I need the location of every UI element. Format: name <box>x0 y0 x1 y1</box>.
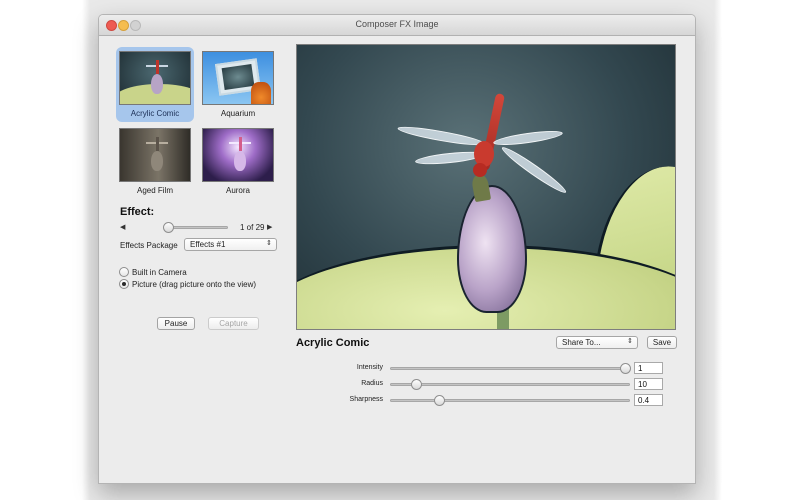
sharpness-field[interactable]: 0.4 <box>634 394 663 406</box>
share-to-value: Share To... <box>562 338 601 347</box>
aurora-preview-image <box>202 128 274 182</box>
effect-counter: 1 of 29 <box>240 223 265 232</box>
radius-label: Radius <box>361 380 383 387</box>
sharpness-slider-track[interactable] <box>390 399 630 402</box>
radius-slider-track[interactable] <box>390 383 630 386</box>
radius-field[interactable]: 10 <box>634 378 663 390</box>
intensity-slider-track[interactable] <box>390 367 630 370</box>
picture-label: Picture (drag picture onto the view) <box>132 280 257 289</box>
built-in-camera-label: Built in Camera <box>132 268 187 277</box>
thumb-label: Aged Film <box>136 186 173 195</box>
aquarium-preview-image <box>202 51 274 105</box>
intensity-label: Intensity <box>356 364 383 371</box>
select-chevron-icon: ⇕ <box>266 240 272 247</box>
preview-image-view[interactable] <box>296 44 676 330</box>
effect-thumb-aquarium[interactable]: Aquarium <box>199 47 277 122</box>
thumb-label: Aquarium <box>220 109 256 118</box>
intensity-slider-knob[interactable] <box>620 363 631 374</box>
intensity-field[interactable]: 1 <box>634 362 663 374</box>
effects-package-label: Effects Package <box>120 241 178 250</box>
pause-button[interactable]: Pause <box>157 317 195 330</box>
effects-package-value: Effects #1 <box>190 240 226 249</box>
effect-thumb-aged-film[interactable]: Aged Film <box>116 124 194 199</box>
aged-film-preview-image <box>119 128 191 182</box>
effect-thumb-aurora[interactable]: Aurora <box>199 124 277 199</box>
thumb-label: Aurora <box>225 186 250 195</box>
share-to-select[interactable]: Share To... ⇕ <box>556 336 638 349</box>
sharpness-label: Sharpness <box>349 396 383 403</box>
effect-heading: Effect: <box>120 206 155 218</box>
next-effect-arrow-icon[interactable]: ▶ <box>267 223 272 231</box>
window-title: Composer FX Image <box>355 19 439 29</box>
effects-package-select[interactable]: Effects #1 ⇕ <box>184 238 277 251</box>
current-effect-name: Acrylic Comic <box>296 337 370 349</box>
thumb-label: Acrylic Comic <box>130 109 180 118</box>
effect-slider-knob[interactable] <box>163 222 174 233</box>
effect-thumb-acrylic-comic[interactable]: Acrylic Comic <box>116 47 194 122</box>
effect-slider-track[interactable] <box>166 226 228 229</box>
title-bar[interactable]: Composer FX Image <box>99 15 695 36</box>
acrylic-comic-preview-image <box>119 51 191 105</box>
built-in-camera-radio[interactable] <box>119 267 129 277</box>
previous-effect-arrow-icon[interactable]: ◀ <box>120 223 125 231</box>
select-chevron-icon: ⇕ <box>627 338 633 345</box>
save-button[interactable]: Save <box>647 336 677 349</box>
capture-button[interactable]: Capture <box>208 317 259 330</box>
picture-radio[interactable] <box>119 279 129 289</box>
